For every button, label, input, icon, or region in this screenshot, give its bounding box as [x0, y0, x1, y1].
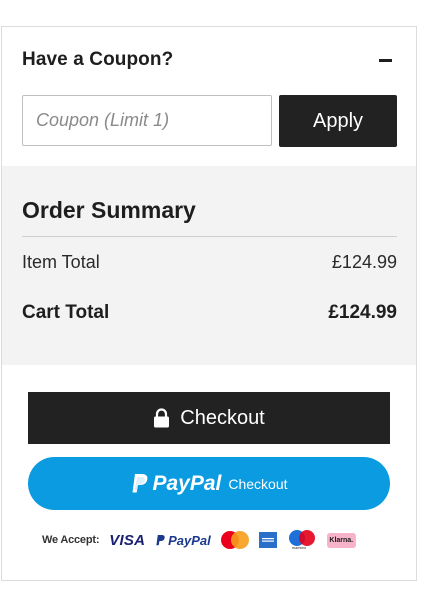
paypal-logo-icon: [132, 473, 148, 492]
item-total-value: £124.99: [331, 252, 397, 272]
paypal-checkout-label: Checkout: [228, 475, 288, 492]
coupon-section: Have a Coupon? Apply: [2, 27, 416, 166]
klarna-logo: Klarna.: [326, 532, 356, 548]
amex-icon: [261, 538, 274, 542]
item-total-label: Item Total: [22, 252, 100, 272]
cart-total-row: Cart Total £124.99: [22, 302, 397, 324]
order-summary: Order Summary Item Total £124.99 Cart To…: [2, 166, 416, 365]
paypal-small-icon: [156, 534, 165, 545]
paypal-checkout-button[interactable]: PayPal Checkout: [28, 457, 390, 510]
visa-logo: VISA: [109, 531, 146, 549]
cart-total-value: £124.99: [328, 302, 397, 323]
paypal-small-word: PayPal: [168, 532, 211, 548]
coupon-input[interactable]: [22, 95, 272, 146]
lock-icon: [154, 408, 170, 428]
accepted-payments: We Accept: VISA PayPal maestro Klarna.: [42, 527, 392, 553]
we-accept-label: We Accept:: [42, 534, 100, 546]
checkout-button[interactable]: Checkout: [28, 392, 390, 444]
cart-total-label: Cart Total: [22, 302, 110, 323]
paypal-brand: PayPal: [152, 471, 222, 495]
item-total-row: Item Total £124.99: [22, 252, 397, 273]
summary-divider: [22, 236, 397, 237]
maestro-caption: maestro: [291, 545, 307, 550]
checkout-label: Checkout: [180, 406, 265, 429]
coupon-title: Have a Coupon?: [22, 49, 174, 70]
mastercard-logo: [220, 531, 249, 549]
minus-icon[interactable]: [379, 59, 392, 62]
cart-sidebar: Have a Coupon? Apply Order Summary Item …: [1, 26, 417, 581]
maestro-logo: maestro: [287, 530, 317, 550]
order-summary-title: Order Summary: [22, 197, 196, 223]
amex-logo: [258, 532, 277, 548]
apply-coupon-button[interactable]: Apply: [279, 95, 397, 147]
paypal-logo: PayPal: [155, 533, 211, 548]
